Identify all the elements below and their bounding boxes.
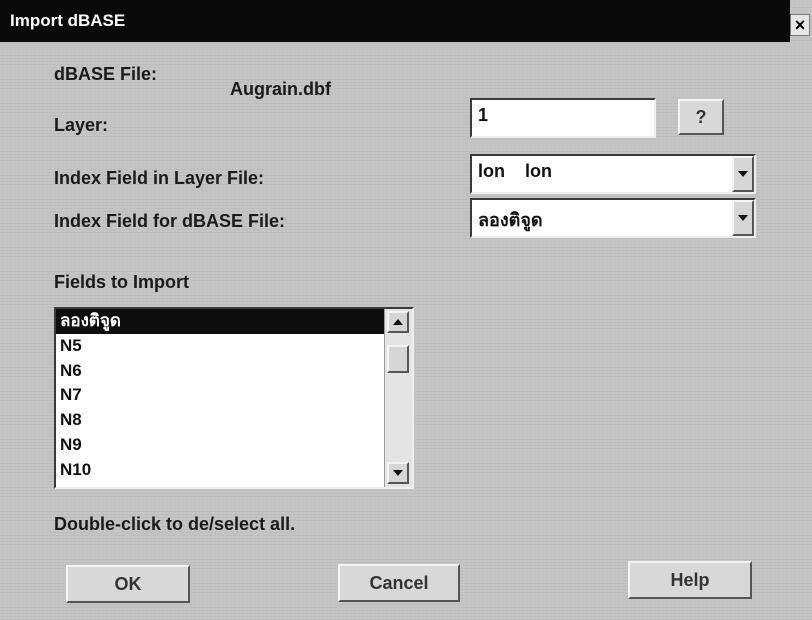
cancel-button-label: Cancel [369, 572, 429, 593]
index-layer-select[interactable]: lon lon [470, 154, 756, 194]
window-title: Import dBASE [10, 11, 126, 30]
layer-help-button[interactable]: ? [678, 99, 724, 135]
help-icon: ? [695, 106, 707, 127]
list-item[interactable]: N10 [56, 458, 384, 483]
fields-listbox[interactable]: ลองติจูด N5 N6 N7 N8 N9 N10 [54, 307, 414, 489]
list-item[interactable]: N6 [56, 359, 384, 384]
fields-to-import-label: Fields to Import [54, 272, 189, 292]
layer-label: Layer: [54, 115, 109, 135]
index-layer-dropdown-button[interactable] [732, 156, 754, 192]
select-all-hint: Double-click to de/select all. [54, 514, 296, 534]
close-button[interactable]: × [790, 14, 810, 36]
chevron-down-icon [738, 215, 748, 221]
help-button-label: Help [670, 569, 710, 590]
index-dbase-select[interactable]: ลองติจูด [470, 198, 756, 238]
help-button[interactable]: Help [628, 561, 752, 599]
scroll-up-icon [393, 319, 403, 325]
dbase-file-label: dBASE File: [54, 64, 158, 84]
index-layer-value: lon lon [478, 161, 552, 181]
ok-button-label: OK [114, 573, 142, 594]
index-dbase-dropdown-button[interactable] [732, 200, 754, 236]
title-bar: Import dBASE [0, 0, 790, 42]
layer-input-value: 1 [478, 105, 489, 125]
list-item[interactable]: N7 [56, 383, 384, 408]
list-item[interactable]: N8 [56, 408, 384, 433]
list-item[interactable]: N5 [56, 334, 384, 359]
fields-scrollbar[interactable] [384, 309, 412, 487]
list-item[interactable]: N9 [56, 433, 384, 458]
layer-input[interactable]: 1 [470, 98, 656, 138]
cancel-button[interactable]: Cancel [338, 564, 460, 602]
index-dbase-value: ลองติจูด [478, 210, 543, 230]
scroll-down-icon [393, 470, 403, 476]
ok-button[interactable]: OK [66, 565, 190, 603]
chevron-down-icon [738, 171, 748, 177]
scrollbar-thumb[interactable] [387, 345, 409, 373]
index-layer-label: Index Field in Layer File: [54, 168, 265, 188]
import-dbase-dialog: Import dBASE × dBASE File: Augrain.dbf L… [0, 0, 812, 620]
fields-list: ลองติจูด N5 N6 N7 N8 N9 N10 [56, 309, 384, 483]
dbase-file-value: Augrain.dbf [230, 79, 331, 99]
scroll-down-button[interactable] [387, 462, 409, 484]
list-item[interactable]: ลองติจูด [56, 309, 384, 334]
index-dbase-label: Index Field for dBASE File: [54, 211, 286, 231]
scroll-up-button[interactable] [387, 311, 409, 333]
close-icon: × [794, 15, 806, 35]
